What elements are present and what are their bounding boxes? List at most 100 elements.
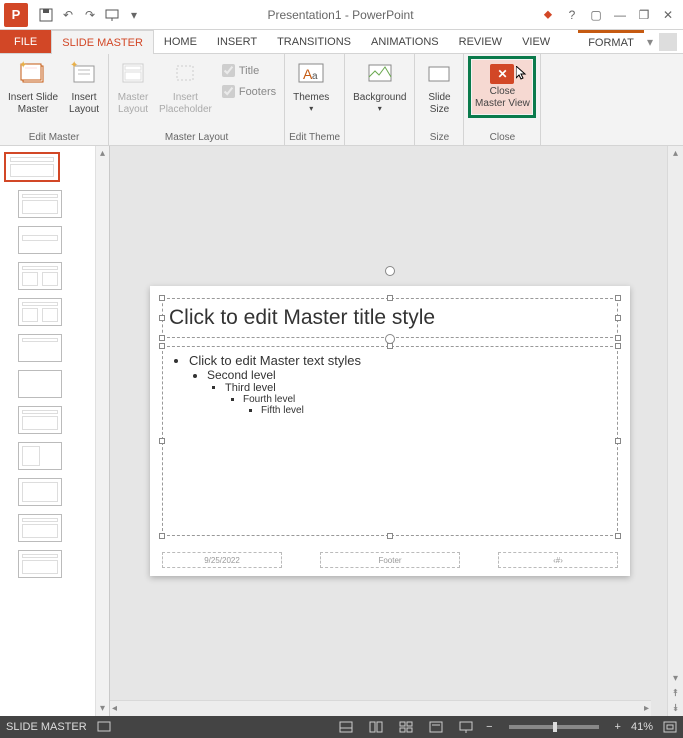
body-level-4: Fourth level [243, 394, 295, 405]
thumbnail-master[interactable]: 1 [4, 152, 60, 182]
group-background: Background ▾ [345, 54, 415, 145]
body-placeholder[interactable]: Click to edit Master text styles Second … [162, 346, 618, 536]
tab-view[interactable]: VIEW [512, 30, 560, 53]
reading-view-button[interactable] [426, 720, 446, 734]
cursor-icon [516, 66, 528, 80]
language-icon[interactable] [97, 721, 111, 733]
themes-label: Themes [293, 92, 329, 104]
minimize-button[interactable]: — [609, 5, 631, 25]
thumbnail-layout[interactable] [18, 226, 62, 254]
qat-more-button[interactable]: ▾ [124, 5, 144, 25]
insert-slide-master-button[interactable]: ✦ Insert Slide Master [4, 56, 62, 118]
title-placeholder[interactable]: Click to edit Master title style [162, 298, 618, 338]
master-layout-label: Master Layout [118, 92, 149, 116]
group-close-label: Close [468, 131, 536, 145]
svg-text:✦: ✦ [19, 60, 27, 71]
background-label: Background [353, 92, 406, 104]
scroll-down-icon[interactable]: ▾ [671, 671, 680, 686]
help-button[interactable]: ? [561, 5, 583, 25]
thumbnail-layout[interactable] [18, 478, 62, 506]
thumbnail-layout[interactable] [18, 442, 62, 470]
zoom-slider[interactable] [509, 725, 599, 729]
slide-number-placeholder[interactable]: ‹#› [498, 552, 618, 568]
status-bar: SLIDE MASTER − + 41% [0, 716, 683, 738]
close-master-view-button[interactable]: ✕ Close Master View [472, 60, 532, 114]
notes-button[interactable] [336, 720, 356, 734]
body-level-5: Fifth level [261, 405, 304, 416]
fit-to-window-button[interactable] [663, 721, 677, 733]
insert-layout-button[interactable]: ✦ Insert Layout [64, 56, 104, 118]
tab-insert[interactable]: INSERT [207, 30, 267, 53]
thumbnail-layout[interactable] [18, 190, 62, 218]
title-checkbox [222, 64, 235, 77]
insert-placeholder-button: Insert Placeholder [155, 56, 216, 118]
group-background-label [349, 142, 410, 145]
zoom-level[interactable]: 41% [631, 721, 653, 733]
zoom-slider-thumb[interactable] [553, 722, 557, 732]
slide-size-button[interactable]: Slide Size [419, 56, 459, 118]
thumbnail-layout[interactable] [18, 406, 62, 434]
thumbnail-layout[interactable] [18, 262, 62, 290]
collapse-ribbon-button[interactable]: ▾ [647, 35, 653, 49]
sorter-view-button[interactable] [396, 720, 416, 734]
date-placeholder[interactable]: 9/25/2022 [162, 552, 282, 568]
scroll-right-icon[interactable]: ▸ [642, 701, 651, 716]
start-slideshow-button[interactable] [102, 5, 122, 25]
tab-format[interactable]: FORMAT [578, 30, 644, 53]
thumbnail-layout[interactable] [18, 370, 62, 398]
footer-placeholder[interactable]: Footer [320, 552, 460, 568]
thumbnail-pane: 1 ▴ ▾ [0, 146, 110, 716]
ribbon-display-button[interactable]: ▢ [585, 5, 607, 25]
zoom-out-button[interactable]: − [486, 721, 492, 733]
scroll-up-icon[interactable]: ▴ [671, 146, 680, 161]
tab-animations[interactable]: ANIMATIONS [361, 30, 449, 53]
zoom-in-button[interactable]: + [615, 721, 621, 733]
scroll-left-icon[interactable]: ◂ [110, 701, 119, 716]
save-icon [39, 8, 53, 22]
thumbnail-layout[interactable] [18, 550, 62, 578]
tab-transitions[interactable]: TRANSITIONS [267, 30, 361, 53]
footers-checkbox-row[interactable]: Footers [218, 83, 280, 100]
background-button[interactable]: Background ▾ [349, 56, 410, 116]
thumbnail-layout[interactable] [18, 334, 62, 362]
tab-file[interactable]: FILE [0, 30, 51, 53]
close-window-button[interactable]: ✕ [657, 5, 679, 25]
slide-canvas[interactable]: Click to edit Master title style Click t… [110, 146, 667, 716]
horizontal-scrollbar[interactable]: ◂ ▸ [110, 700, 651, 716]
svg-text:✦: ✦ [70, 60, 78, 71]
restore-button[interactable]: ❐ [633, 5, 655, 25]
insert-slide-master-icon: ✦ [17, 58, 49, 90]
rotate-handle-icon[interactable] [385, 266, 395, 276]
tab-home[interactable]: HOME [154, 30, 207, 53]
help-icon[interactable]: ⬥ [537, 5, 559, 25]
master-layout-icon [117, 58, 149, 90]
dropdown-icon: ▾ [378, 104, 382, 114]
tab-review[interactable]: REVIEW [449, 30, 512, 53]
vertical-scrollbar[interactable]: ▴ ▾ ⯭ ⯯ [667, 146, 683, 716]
redo-button[interactable]: ↷ [80, 5, 100, 25]
slideshow-view-button[interactable] [456, 720, 476, 734]
tab-slide-master[interactable]: SLIDE MASTER [51, 30, 154, 54]
body-level-2: Second level [207, 368, 276, 382]
normal-view-button[interactable] [366, 720, 386, 734]
scroll-down-icon[interactable]: ▾ [98, 701, 107, 716]
scroll-up-icon[interactable]: ▴ [98, 146, 107, 161]
slide-master-preview[interactable]: Click to edit Master title style Click t… [150, 286, 630, 576]
window-controls: ⬥ ? ▢ — ❐ ✕ [537, 5, 679, 25]
thumbnail-layout[interactable] [18, 298, 62, 326]
body-level-3: Third level [225, 382, 276, 394]
next-slide-icon[interactable]: ⯯ [671, 701, 681, 716]
themes-button[interactable]: Aa Themes ▾ [289, 56, 333, 116]
title-bar: P ↶ ↷ ▾ Presentation1 - PowerPoint ⬥ ? ▢… [0, 0, 683, 30]
insert-placeholder-icon [169, 58, 201, 90]
undo-button[interactable]: ↶ [58, 5, 78, 25]
title-checkbox-row[interactable]: Title [218, 62, 280, 79]
thumbnail-list[interactable]: 1 [0, 146, 95, 716]
slide-number-text: ‹#› [553, 556, 563, 565]
account-icon[interactable] [659, 33, 677, 51]
window-title: Presentation1 - PowerPoint [144, 8, 537, 22]
prev-slide-icon[interactable]: ⯭ [671, 686, 681, 701]
thumbnail-layout[interactable] [18, 514, 62, 542]
save-button[interactable] [36, 5, 56, 25]
thumbnail-scrollbar[interactable]: ▴ ▾ [95, 146, 109, 716]
